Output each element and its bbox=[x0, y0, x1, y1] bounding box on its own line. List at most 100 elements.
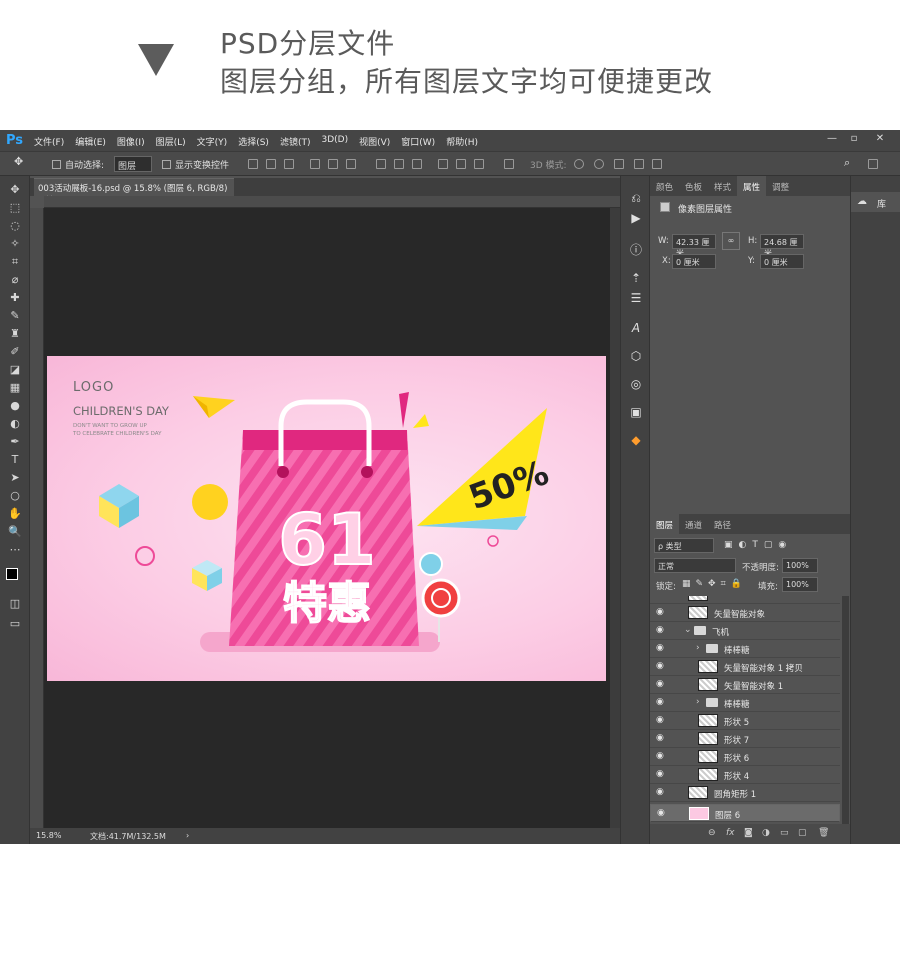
plugin-icon[interactable]: ◆ bbox=[628, 432, 644, 448]
tab-adjustments[interactable]: 调整 bbox=[766, 176, 795, 196]
healing-brush-icon[interactable]: ✚ bbox=[6, 290, 24, 306]
search-icon[interactable]: ⌕ bbox=[844, 156, 850, 170]
hand-tool-icon[interactable]: ✋ bbox=[6, 506, 24, 522]
x-field[interactable]: 0 厘米 bbox=[672, 254, 716, 269]
adjustment-layer-icon[interactable]: ◑ bbox=[762, 828, 770, 838]
eye-icon[interactable]: ◉ bbox=[656, 715, 664, 725]
zoom-tool-icon[interactable]: 🔍 bbox=[6, 524, 24, 540]
stamp-tool-icon[interactable]: ♜ bbox=[6, 326, 24, 342]
link-layers-icon[interactable]: ⊖ bbox=[708, 828, 716, 838]
align-bottom-icon[interactable] bbox=[284, 159, 294, 169]
adjust-sliders-icon[interactable]: ☰ bbox=[628, 290, 644, 306]
menu-select[interactable]: 选择(S) bbox=[238, 135, 269, 148]
brush-settings-icon[interactable]: ⇡ bbox=[628, 270, 644, 286]
tab-styles[interactable]: 样式 bbox=[708, 176, 737, 196]
layer-row[interactable]: ◉ › 棒棒糖 bbox=[650, 694, 840, 712]
menu-layer[interactable]: 图层(L) bbox=[156, 135, 186, 148]
folder-icon[interactable]: ▣ bbox=[628, 404, 644, 420]
minimize-button[interactable]: — bbox=[824, 133, 840, 147]
pen-tool-icon[interactable]: ✒ bbox=[6, 434, 24, 450]
actions-play-icon[interactable]: ▶ bbox=[628, 210, 644, 226]
move-tool-icon[interactable]: ✥ bbox=[14, 155, 23, 168]
menu-view[interactable]: 视图(V) bbox=[359, 135, 390, 148]
chevron-right-icon[interactable]: › bbox=[696, 697, 700, 707]
menu-filter[interactable]: 滤镜(T) bbox=[280, 135, 311, 148]
align-right-icon[interactable] bbox=[346, 159, 356, 169]
align-vcenter-icon[interactable] bbox=[266, 159, 276, 169]
layers-list[interactable]: ◉ 矢量智能对象 ◉ ⌄ 飞机 ◉ › 棒棒糖 ◉ 矢量智能对象 1 拷贝 ◉ … bbox=[650, 596, 840, 806]
screen-mode-icon[interactable]: ▭ bbox=[6, 616, 24, 632]
layer-row[interactable]: ◉ ⌄ 飞机 bbox=[650, 622, 840, 640]
eye-icon[interactable]: ◉ bbox=[656, 625, 664, 635]
layer-row[interactable]: ◉ 矢量智能对象 1 bbox=[650, 676, 840, 694]
foreground-color-swatch[interactable] bbox=[6, 568, 18, 580]
shape-tool-icon[interactable]: ○ bbox=[6, 488, 24, 504]
libraries-tab[interactable]: ☁ 库 bbox=[851, 192, 900, 212]
layer-row[interactable] bbox=[650, 596, 840, 604]
artboard[interactable]: LOGO CHILDREN'S DAY DON'T WANT TO GROW U… bbox=[47, 356, 606, 681]
align-hcenter-icon[interactable] bbox=[328, 159, 338, 169]
distribute-top-icon[interactable] bbox=[376, 159, 386, 169]
chevron-right-icon[interactable]: › bbox=[696, 643, 700, 653]
eye-icon[interactable]: ◉ bbox=[656, 751, 664, 761]
lock-icons[interactable]: ▦✎✥⌗🔒 bbox=[682, 579, 747, 589]
layer-row[interactable]: ◉ 矢量智能对象 1 拷贝 bbox=[650, 658, 840, 676]
3d-roll-icon[interactable] bbox=[594, 159, 604, 169]
blur-tool-icon[interactable]: ● bbox=[6, 398, 24, 414]
y-field[interactable]: 0 厘米 bbox=[760, 254, 804, 269]
maximize-button[interactable]: ▫ bbox=[846, 133, 862, 147]
fill-field[interactable]: 100% bbox=[782, 577, 818, 592]
distribute-right-icon[interactable] bbox=[474, 159, 484, 169]
fx-icon[interactable]: fx bbox=[726, 828, 735, 838]
auto-align-icon[interactable] bbox=[504, 159, 514, 169]
layer-row[interactable]: ◉ 圆角矩形 1 bbox=[650, 784, 840, 802]
eye-icon[interactable]: ◉ bbox=[656, 679, 664, 689]
brush-tool-icon[interactable]: ✎ bbox=[6, 308, 24, 324]
canvas-scrollbar[interactable] bbox=[610, 208, 620, 828]
character-icon[interactable]: A bbox=[628, 320, 644, 336]
menu-window[interactable]: 窗口(W) bbox=[401, 135, 435, 148]
workspace-icon[interactable] bbox=[868, 159, 878, 169]
zoom-level[interactable]: 15.8% bbox=[36, 831, 61, 840]
info-icon[interactable]: ⓘ bbox=[628, 242, 644, 258]
new-group-icon[interactable]: ▭ bbox=[780, 828, 789, 838]
gradient-tool-icon[interactable]: ▦ bbox=[6, 380, 24, 396]
layers-scrollbar[interactable] bbox=[842, 596, 849, 824]
type-tool-icon[interactable]: T bbox=[6, 452, 24, 468]
menu-image[interactable]: 图像(I) bbox=[117, 135, 145, 148]
tab-swatches[interactable]: 色板 bbox=[679, 176, 708, 196]
auto-select-checkbox[interactable]: 自动选择: bbox=[52, 158, 104, 171]
eye-icon[interactable]: ◉ bbox=[656, 769, 664, 779]
menu-edit[interactable]: 编辑(E) bbox=[75, 135, 106, 148]
3d-slide-icon[interactable] bbox=[634, 159, 644, 169]
history-icon[interactable]: ⎌ bbox=[628, 190, 644, 206]
eye-icon[interactable]: ◉ bbox=[656, 787, 664, 797]
crop-tool-icon[interactable]: ⌗ bbox=[6, 254, 24, 270]
layer-row[interactable]: ◉ 形状 7 bbox=[650, 730, 840, 748]
eye-icon[interactable]: ◉ bbox=[656, 661, 664, 671]
eye-icon[interactable]: ◉ bbox=[657, 808, 665, 818]
distribute-left-icon[interactable] bbox=[438, 159, 448, 169]
menu-help[interactable]: 帮助(H) bbox=[446, 135, 478, 148]
opacity-field[interactable]: 100% bbox=[782, 558, 818, 573]
height-field[interactable]: 24.68 厘米 bbox=[760, 234, 804, 258]
tab-channels[interactable]: 通道 bbox=[679, 514, 708, 534]
3d-cube-icon[interactable]: ⬡ bbox=[628, 348, 644, 364]
layer-row[interactable]: ◉ 形状 5 bbox=[650, 712, 840, 730]
trash-icon[interactable]: 🗑 bbox=[818, 828, 829, 838]
3d-rotate-icon[interactable] bbox=[574, 159, 584, 169]
layer-filter-dropdown[interactable]: ρ 类型 bbox=[654, 538, 714, 553]
mask-icon[interactable]: ◙ bbox=[744, 828, 753, 838]
new-layer-icon[interactable]: ▢ bbox=[798, 828, 807, 838]
timeline-icon[interactable]: ◎ bbox=[628, 376, 644, 392]
link-icon[interactable]: ∞ bbox=[722, 232, 740, 250]
document-tab[interactable]: 003活动展板-16.psd @ 15.8% (图层 6, RGB/8) × bbox=[34, 178, 234, 204]
quick-mask-icon[interactable]: ◫ bbox=[6, 596, 24, 612]
marquee-tool-icon[interactable]: ⬚ bbox=[6, 200, 24, 216]
blend-mode-dropdown[interactable]: 正常 bbox=[654, 558, 736, 573]
3d-scale-icon[interactable] bbox=[652, 159, 662, 169]
eye-icon[interactable]: ◉ bbox=[656, 607, 664, 617]
dodge-tool-icon[interactable]: ◐ bbox=[6, 416, 24, 432]
distribute-bottom-icon[interactable] bbox=[412, 159, 422, 169]
eye-icon[interactable]: ◉ bbox=[656, 643, 664, 653]
